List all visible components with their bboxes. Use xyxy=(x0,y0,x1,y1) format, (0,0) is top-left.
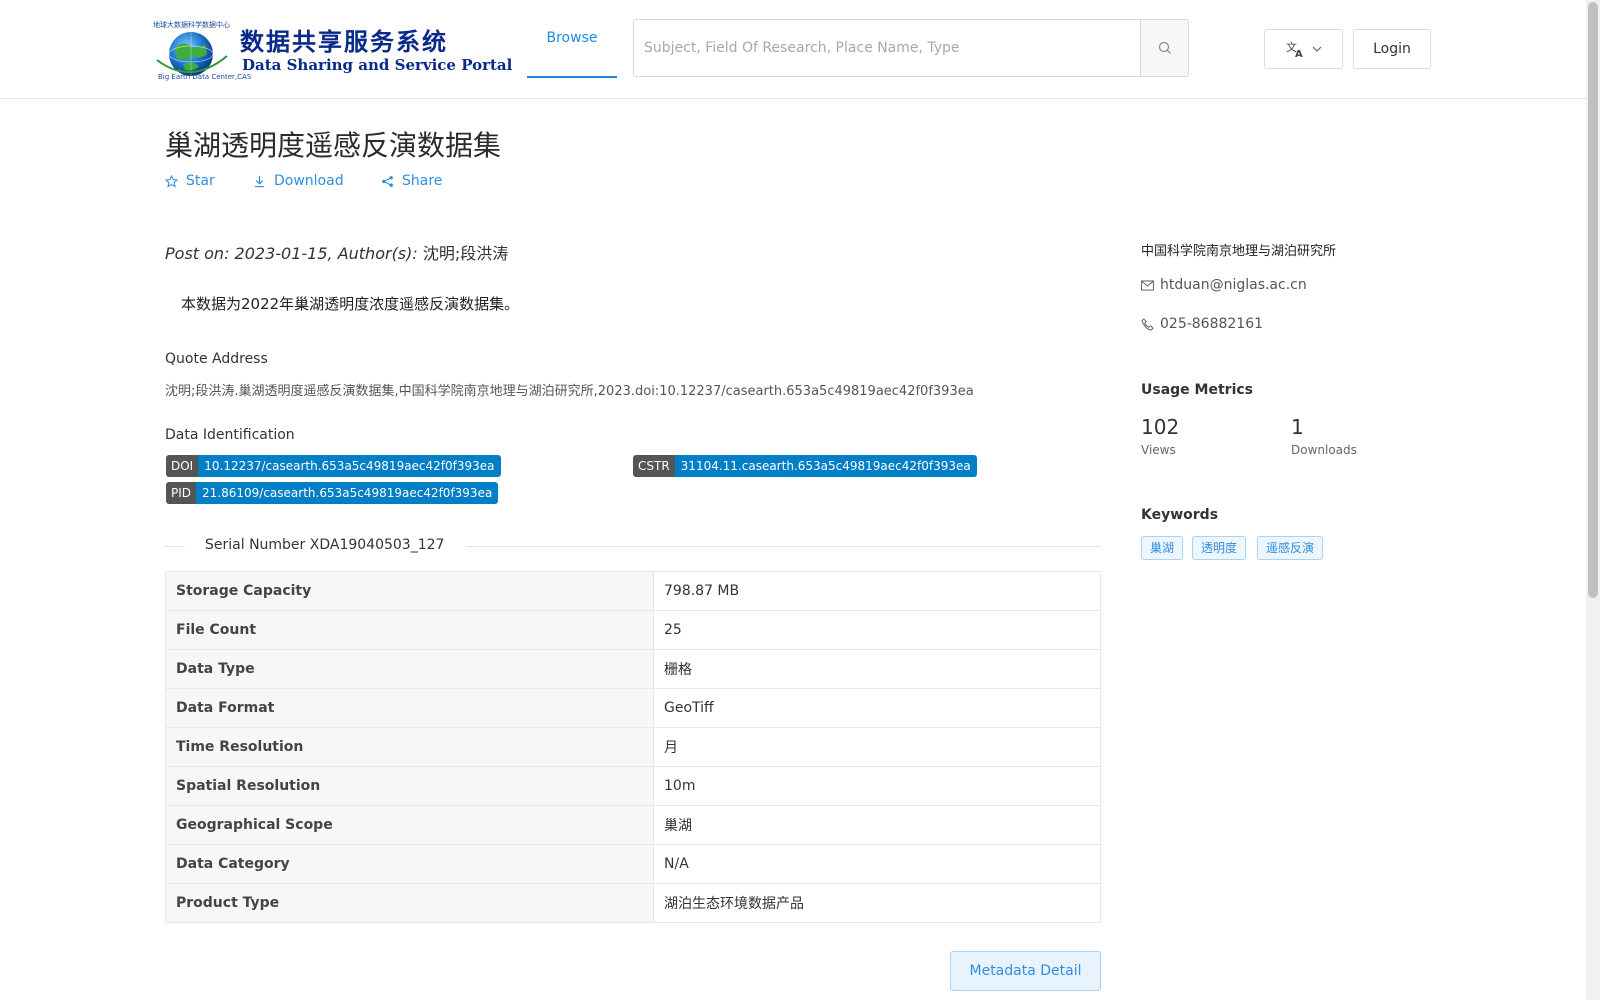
table-row: Product Type 湖泊生态环境数据产品 xyxy=(165,883,1101,923)
attr-key: Geographical Scope xyxy=(165,805,654,845)
star-button[interactable]: Star xyxy=(165,173,215,189)
attr-value: 10m xyxy=(653,766,1101,806)
divider-line xyxy=(165,546,185,547)
attr-key: File Count xyxy=(165,610,654,650)
cstr-badge[interactable]: CSTR 31104.11.casearth.653a5c49819aec42f… xyxy=(633,455,977,477)
star-label: Star xyxy=(186,173,215,189)
table-row: Geographical Scope 巢湖 xyxy=(165,805,1101,845)
quote-heading: Quote Address xyxy=(165,351,268,367)
doi-value: 10.12237/casearth.653a5c49819aec42f0f393… xyxy=(198,455,501,477)
cstr-key: CSTR xyxy=(633,455,675,477)
logo-small-text: Big Earth Data Center,CAS xyxy=(158,73,252,81)
attr-key: Product Type xyxy=(165,883,654,923)
attr-value: 巢湖 xyxy=(653,805,1101,845)
search-input[interactable] xyxy=(634,20,1142,76)
views-label: Views xyxy=(1141,443,1176,457)
keyword-tag[interactable]: 遥感反演 xyxy=(1257,536,1324,560)
pid-badge[interactable]: PID 21.86109/casearth.653a5c49819aec42f0… xyxy=(166,482,499,504)
download-icon xyxy=(254,175,265,187)
attr-value: 25 xyxy=(653,610,1101,650)
share-label: Share xyxy=(402,173,443,189)
page-title: 巢湖透明度遥感反演数据集 xyxy=(165,129,502,162)
contact-phone[interactable]: 025-86882161 xyxy=(1141,316,1263,332)
downloads-count: 1 xyxy=(1291,415,1304,439)
top-header: 地球大数据科学数据中心 Big Earth Data Center,CAS 数据… xyxy=(0,0,1586,99)
table-row: Time Resolution 月 xyxy=(165,727,1101,767)
attr-value: 栅格 xyxy=(653,649,1101,689)
table-row: File Count 25 xyxy=(165,610,1101,650)
star-icon xyxy=(165,174,178,188)
attr-key: Data Format xyxy=(165,688,654,728)
scrollbar-thumb[interactable] xyxy=(1588,2,1598,598)
serial-divider: Serial Number XDA19040503_127 xyxy=(165,537,1101,557)
attr-key: Spatial Resolution xyxy=(165,766,654,806)
search-button[interactable] xyxy=(1140,20,1188,76)
dataset-description: 本数据为2022年巢湖透明度浓度遥感反演数据集。 xyxy=(181,295,520,313)
chevron-down-icon xyxy=(1312,46,1321,52)
cstr-value: 31104.11.casearth.653a5c49819aec42f0f393… xyxy=(674,455,977,477)
organization-name: 中国科学院南京地理与湖泊研究所 xyxy=(1141,244,1337,259)
metadata-detail-button[interactable]: Metadata Detail xyxy=(950,951,1101,991)
nav-browse-tab[interactable]: Browse xyxy=(527,0,617,78)
pid-key: PID xyxy=(166,482,197,504)
contact-email[interactable]: htduan@niglas.ac.cn xyxy=(1141,277,1307,293)
share-button[interactable]: Share xyxy=(381,173,442,189)
attr-value: 湖泊生态环境数据产品 xyxy=(653,883,1101,923)
mail-icon xyxy=(1141,279,1154,291)
pid-value: 21.86109/casearth.653a5c49819aec42f0f393… xyxy=(196,482,499,504)
language-switcher[interactable]: 文 A xyxy=(1264,29,1343,69)
usage-metrics-heading: Usage Metrics xyxy=(1141,382,1253,398)
phone-icon xyxy=(1141,317,1154,331)
attr-key: Data Category xyxy=(165,844,654,884)
post-on-label: Post on: 2023-01-15, Author(s): xyxy=(165,244,423,263)
downloads-label: Downloads xyxy=(1291,443,1357,457)
divider-line xyxy=(466,546,1101,547)
attr-value: 月 xyxy=(653,727,1101,767)
table-row: Data Type 栅格 xyxy=(165,649,1101,689)
post-meta: Post on: 2023-01-15, Author(s): 沈明;段洪涛 xyxy=(165,240,508,264)
doi-badge[interactable]: DOI 10.12237/casearth.653a5c49819aec42f0… xyxy=(166,455,501,477)
doi-key: DOI xyxy=(166,455,199,477)
table-row: Data Category N/A xyxy=(165,844,1101,884)
quote-address: 沈明;段洪涛.巢湖透明度遥感反演数据集,中国科学院南京地理与湖泊研究所,2023… xyxy=(165,384,974,399)
login-button[interactable]: Login xyxy=(1353,29,1431,69)
attr-key: Time Resolution xyxy=(165,727,654,767)
search-icon xyxy=(1158,41,1171,54)
download-label: Download xyxy=(274,173,344,189)
attr-value: GeoTiff xyxy=(653,688,1101,728)
keyword-tag[interactable]: 巢湖 xyxy=(1141,536,1184,560)
email-text: htduan@niglas.ac.cn xyxy=(1160,277,1307,293)
svg-text:A: A xyxy=(1295,49,1303,58)
logo-title-en: Data Sharing and Service Portal xyxy=(242,56,513,74)
keyword-tag[interactable]: 透明度 xyxy=(1192,536,1247,560)
attr-key: Storage Capacity xyxy=(165,571,654,611)
attr-value: N/A xyxy=(653,844,1101,884)
site-logo[interactable]: 地球大数据科学数据中心 Big Earth Data Center,CAS 数据… xyxy=(153,20,512,81)
search-bar xyxy=(633,19,1189,77)
identification-heading: Data Identification xyxy=(165,427,295,443)
table-row: Spatial Resolution 10m xyxy=(165,766,1101,806)
logo-title-cn: 数据共享服务系统 xyxy=(240,27,448,56)
attr-value: 798.87 MB xyxy=(653,571,1101,611)
table-row: Data Format GeoTiff xyxy=(165,688,1101,728)
authors: 沈明;段洪涛 xyxy=(422,244,509,263)
table-row: Storage Capacity 798.87 MB xyxy=(165,571,1101,611)
views-count: 102 xyxy=(1141,415,1180,439)
translate-icon: 文 A xyxy=(1286,40,1303,58)
share-icon xyxy=(382,175,393,187)
phone-text: 025-86882161 xyxy=(1160,316,1264,332)
download-button[interactable]: Download xyxy=(253,173,344,189)
serial-number: Serial Number XDA19040503_127 xyxy=(205,537,445,553)
attr-key: Data Type xyxy=(165,649,654,689)
attributes-table: Storage Capacity 798.87 MB File Count 25… xyxy=(165,571,1101,923)
logo-arc-text: 地球大数据科学数据中心 xyxy=(153,21,230,29)
keywords-heading: Keywords xyxy=(1141,507,1219,523)
